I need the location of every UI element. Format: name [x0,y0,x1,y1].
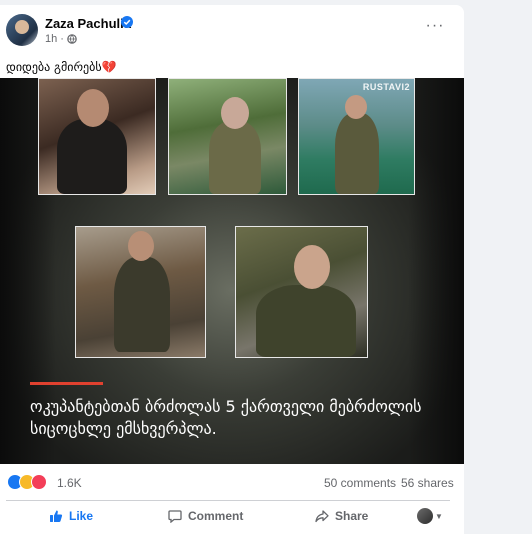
globe-icon [67,34,77,44]
react-as-selector[interactable]: ▼ [417,502,443,530]
share-button[interactable]: Share [315,502,368,530]
love-reaction-icon [31,474,47,490]
soldier-photo-5 [235,226,368,358]
shares-count[interactable]: 56 shares [401,476,454,490]
chevron-down-icon: ▼ [435,511,443,521]
actions-divider [6,500,450,501]
verified-badge-icon [121,16,133,28]
thumbs-up-icon [50,510,63,522]
meta-separator: · [60,33,64,45]
like-button[interactable]: Like [49,502,93,530]
share-label: Share [335,509,369,523]
post-meta: 1h · [45,33,77,45]
engagement-stats: 1.6K 50 comments 56 shares [0,464,464,496]
soldier-photo-3: RUSTAVI2 [298,78,415,195]
like-label: Like [69,509,94,523]
headline-accent-bar [30,382,103,385]
more-options-button[interactable]: ··· [420,15,450,37]
comments-count[interactable]: 50 comments [324,476,396,490]
reaction-icons[interactable] [7,474,47,490]
soldier-photo-1 [38,78,156,195]
post-image[interactable]: RUSTAVI2 ოკუპანტებთან ბრძოლას 5 ქართველი… [0,78,464,464]
soldier-photo-2 [168,78,287,195]
profile-avatar-icon [417,508,433,524]
image-headline: ოკუპანტებთან ბრძოლას 5 ქართველი მებრძოლი… [30,397,422,438]
author-name[interactable]: Zaza Pachulia [45,16,131,31]
comment-button[interactable]: Comment [168,502,243,530]
reactions-count[interactable]: 1.6K [57,476,82,490]
post-card: Zaza Pachulia 1h · ··· დიდება გმირებს💔 R… [0,5,464,534]
post-actions: Like Comment Share ▼ [0,502,464,532]
comment-bubble-icon [168,510,182,523]
comment-label: Comment [188,509,244,523]
share-arrow-icon [315,510,329,523]
post-time[interactable]: 1h [45,33,57,45]
author-avatar[interactable] [6,14,38,46]
post-caption: დიდება გმირებს💔 [6,60,117,74]
rustavi2-watermark: RUSTAVI2 [362,82,410,92]
soldier-photo-4 [75,226,206,358]
